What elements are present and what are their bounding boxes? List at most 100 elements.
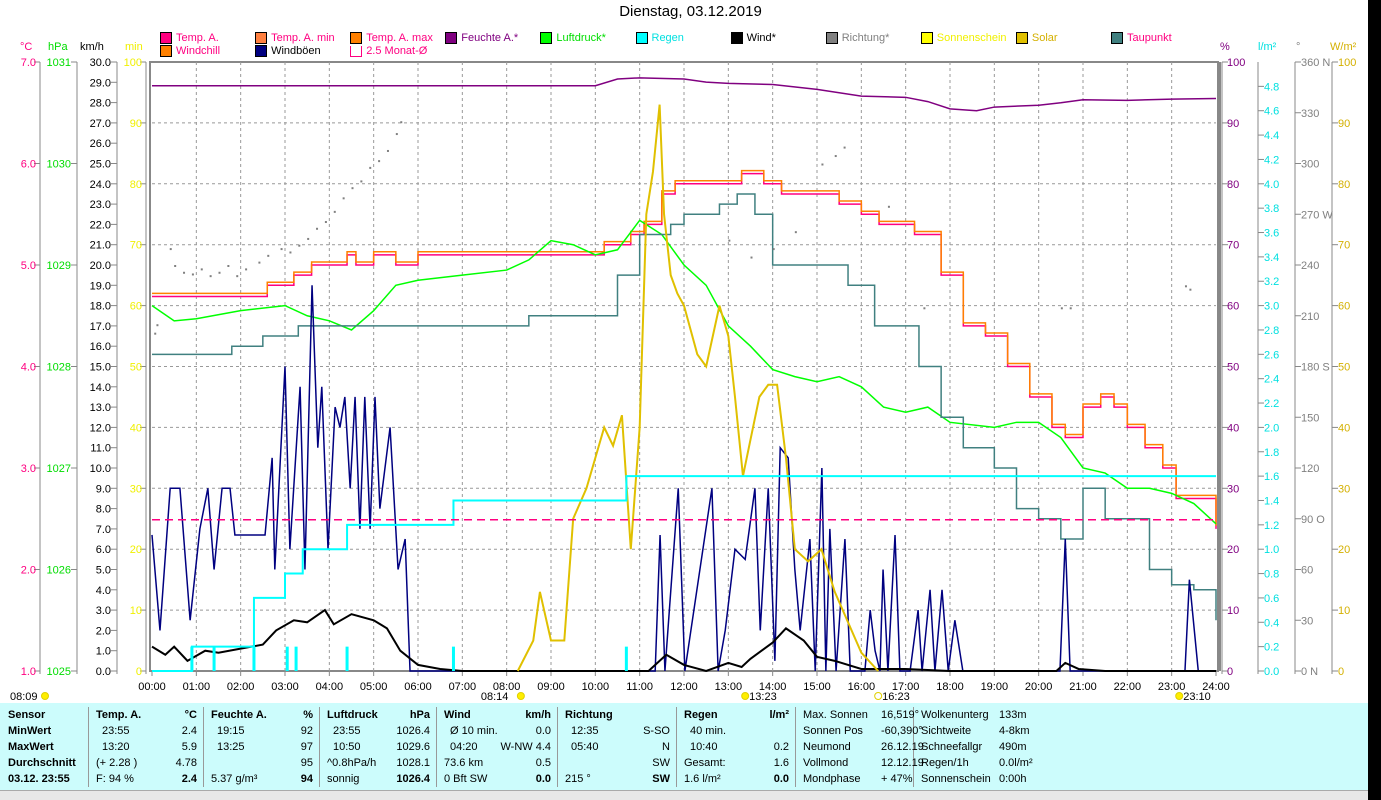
stats-row: Neumond 26.12.19: [795, 739, 924, 755]
rain-tick-label: 3.0: [1264, 301, 1279, 313]
direction-tick-label: 210: [1301, 311, 1319, 323]
humidity-tick-label: 70: [1227, 240, 1239, 252]
stats-value: 94: [300, 773, 313, 785]
stats-value: 1026.4: [396, 725, 430, 737]
humidity-tick-label: 20: [1227, 544, 1239, 556]
x-tick-label: 02:00: [227, 681, 255, 693]
direction-tick-label: 90 O: [1301, 514, 1325, 526]
direction-tick-label: 330: [1301, 108, 1319, 120]
stats-value: 2.4: [181, 725, 197, 737]
stats-row: 1.6 l/m² 0.0: [676, 771, 795, 787]
series-regen-balken-bar: [451, 646, 455, 671]
pressure-tick-label: 1030: [47, 159, 71, 171]
stats-value: 1028.1: [396, 757, 430, 769]
series-regen-balken-bar: [294, 646, 298, 671]
sun-event-sunset: 16:23: [882, 691, 910, 703]
stats-row: 04:20 W-NW 4.4: [436, 739, 557, 755]
humidity-tick-label: 100: [1227, 57, 1245, 69]
wind-tick-label: 10.0: [90, 463, 111, 475]
stats-row: Vollmond 12.12.19: [795, 755, 924, 771]
stats-label: Luftdruck: [327, 709, 378, 721]
stats-row: 10:40 0.2: [676, 739, 795, 755]
stats-label: (+ 2.28 ): [96, 757, 138, 769]
temp-tick-label: 4.0: [21, 362, 36, 374]
stats-row: 215 ° SW: [557, 771, 676, 787]
series-richtung--dot: [324, 221, 327, 224]
stats-value: hPa: [409, 709, 430, 721]
sunmin-tick-label: 90: [130, 118, 142, 130]
humidity-tick-label: 80: [1227, 179, 1239, 191]
temp-tick-label: 7.0: [21, 57, 36, 69]
series-richtung--dot: [209, 275, 212, 278]
solar-tick-label: 60: [1338, 301, 1350, 313]
wind-tick-label: 13.0: [90, 402, 111, 414]
series-richtung--dot: [395, 133, 398, 136]
rain-tick-label: 0.2: [1264, 642, 1279, 654]
direction-tick-label: 60: [1301, 565, 1313, 577]
series-richtung--dot: [369, 166, 372, 169]
stats-label: Sichtweite: [921, 725, 972, 737]
solar-tick-label: 100: [1338, 57, 1356, 69]
rain-tick-label: 2.4: [1264, 374, 1279, 386]
stats-row: 0 Bft SW 0.0: [436, 771, 557, 787]
sunmin-tick-label: 100: [124, 57, 142, 69]
wind-tick-label: 24.0: [90, 179, 111, 191]
stats-label: 23:55: [102, 725, 130, 737]
humidity-tick-label: 30: [1227, 483, 1239, 495]
stats-value: 1029.6: [396, 741, 430, 753]
sunmin-tick-label: 10: [130, 605, 142, 617]
stats-row: 05:40 N: [557, 739, 676, 755]
stats-row: Sonnen Pos -60,390°: [795, 723, 923, 739]
wind-tick-label: 7.0: [96, 524, 111, 536]
x-tick-label: 04:00: [316, 681, 344, 693]
stats-label: Ø 10 min.: [450, 725, 498, 737]
series-richtung--dot: [360, 180, 363, 183]
pressure-tick-label: 1027: [47, 463, 71, 475]
stats-row: MinWert: [0, 723, 88, 739]
series-richtung--dot: [728, 239, 731, 242]
humidity-axis-unit: %: [1220, 41, 1230, 53]
wind-tick-label: 18.0: [90, 301, 111, 313]
rain-tick-label: 0.6: [1264, 593, 1279, 605]
wind-tick-label: 29.0: [90, 77, 111, 89]
series-richtung--dot: [227, 265, 230, 267]
humidity-tick-label: 90: [1227, 118, 1239, 130]
stats-column: Temp. A. °C 23:55 2.4 13:20 5.9 (+ 2.28 ) 4.78 F…: [88, 707, 204, 787]
sun-icon: [1175, 692, 1184, 700]
x-tick-label: 16:00: [848, 681, 876, 693]
stats-label: 215 °: [565, 773, 591, 785]
series-richtung--dot: [154, 332, 157, 335]
rain-tick-label: 3.4: [1264, 252, 1279, 264]
stats-label: 73.6 km: [444, 757, 484, 769]
stats-row: Wind km/h: [436, 707, 557, 723]
wind-tick-label: 19.0: [90, 280, 111, 292]
stats-row: Ø 10 min. 0.0: [436, 723, 557, 739]
stats-value: °C: [184, 709, 197, 721]
stats-panel: Sensor MinWert MaxWert Durchschnitt 03.12. 2…: [0, 703, 1381, 790]
rain-tick-label: 1.4: [1264, 495, 1279, 507]
series-regen-balken-bar: [252, 646, 256, 671]
rain-tick-label: 1.6: [1264, 471, 1279, 483]
wind-tick-label: 4.0: [96, 585, 111, 597]
stats-row: 19:15 92: [203, 723, 319, 739]
wind-tick-label: 25.0: [90, 159, 111, 171]
temp-tick-label: 3.0: [21, 463, 36, 475]
wind-tick-label: 27.0: [90, 118, 111, 130]
rain-tick-label: 3.6: [1264, 228, 1279, 240]
sun-icon: [41, 692, 49, 700]
stats-value: 0:00h: [999, 773, 1027, 785]
wind-tick-label: 22.0: [90, 219, 111, 231]
series-richtung--dot: [1069, 307, 1072, 310]
stats-value: 490m: [999, 741, 1027, 753]
window-edge: [1368, 0, 1381, 800]
series-richtung--dot: [1189, 288, 1192, 291]
pressure-axis-unit: hPa: [48, 41, 68, 53]
stats-value: 0.5: [535, 757, 551, 769]
direction-tick-label: 0 N: [1301, 666, 1318, 678]
stats-value: %: [303, 709, 313, 721]
series-richtung--dot: [218, 271, 221, 274]
stats-label: 03.12. 23:55: [8, 773, 70, 785]
series-regen-balken-bar: [212, 646, 216, 671]
pressure-tick-label: 1026: [47, 565, 71, 577]
stats-value: 95: [300, 757, 313, 769]
